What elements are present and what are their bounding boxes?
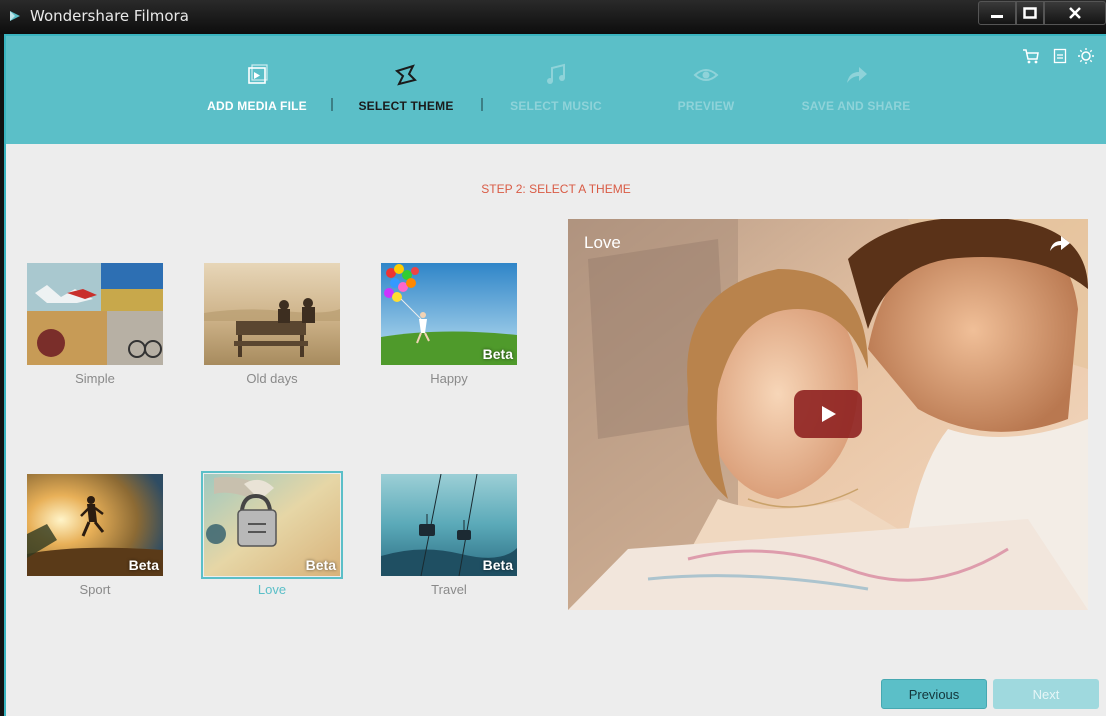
step-label: ADD MEDIA FILE — [207, 99, 307, 113]
step-select-theme[interactable]: SELECT THEME — [331, 36, 481, 144]
eye-icon — [693, 69, 719, 81]
theme-thumbnail — [204, 263, 340, 365]
step-select-music[interactable]: SELECT MUSIC — [481, 36, 631, 144]
theme-preview-video[interactable]: Love — [568, 219, 1088, 610]
theme-name: Old days — [246, 371, 298, 386]
next-button[interactable]: Next — [993, 679, 1099, 709]
theme-thumbnail: Beta — [27, 474, 163, 576]
theme-thumbnail: Beta — [381, 263, 517, 365]
minimize-button[interactable] — [978, 1, 1016, 25]
steps-header: ADD MEDIA FILE SELECT THEME SELECT MUSIC… — [6, 36, 1106, 144]
theme-name: Simple — [75, 371, 115, 386]
brightness-icon[interactable] — [1077, 47, 1095, 65]
share-icon[interactable] — [1048, 233, 1072, 253]
title-bar: Wondershare Filmora — [0, 0, 1106, 34]
beta-badge: Beta — [128, 557, 159, 573]
beta-badge: Beta — [482, 557, 513, 573]
theme-name: Happy — [430, 371, 468, 386]
step-label: SELECT THEME — [358, 99, 454, 113]
app-frame: ADD MEDIA FILE SELECT THEME SELECT MUSIC… — [4, 34, 1106, 716]
play-icon — [822, 406, 836, 422]
step-label: SELECT MUSIC — [510, 99, 602, 113]
beta-badge: Beta — [305, 557, 336, 573]
register-icon[interactable] — [1051, 47, 1069, 65]
step-save-and-share[interactable]: SAVE AND SHARE — [781, 36, 931, 144]
cart-icon[interactable] — [1022, 47, 1040, 65]
close-button[interactable] — [1044, 1, 1106, 25]
filmora-logo-icon — [10, 11, 20, 21]
step-add-media-file[interactable]: ADD MEDIA FILE — [182, 36, 332, 144]
theme-thumbnail — [27, 263, 163, 365]
step-label: SAVE AND SHARE — [801, 99, 911, 113]
theme-thumbnail: Beta — [381, 474, 517, 576]
theme-name: Travel — [431, 582, 467, 597]
theme-name: Sport — [79, 582, 111, 597]
beta-badge: Beta — [482, 346, 513, 362]
window-title: Wondershare Filmora — [30, 7, 189, 25]
theme-name: Love — [257, 582, 287, 597]
preview-title: Love — [584, 233, 621, 252]
share-arrow-icon — [847, 67, 867, 83]
music-note-icon — [547, 63, 565, 84]
step-heading: STEP 2: SELECT A THEME — [481, 182, 631, 196]
theme-thumbnail: Beta — [201, 471, 343, 579]
maximize-button[interactable] — [1016, 1, 1044, 25]
step-label: PREVIEW — [677, 99, 735, 113]
theme-icon — [394, 64, 417, 86]
step-preview[interactable]: PREVIEW — [631, 36, 781, 144]
play-button[interactable] — [794, 390, 862, 438]
previous-button[interactable]: Previous — [881, 679, 987, 709]
media-file-icon — [248, 64, 268, 84]
